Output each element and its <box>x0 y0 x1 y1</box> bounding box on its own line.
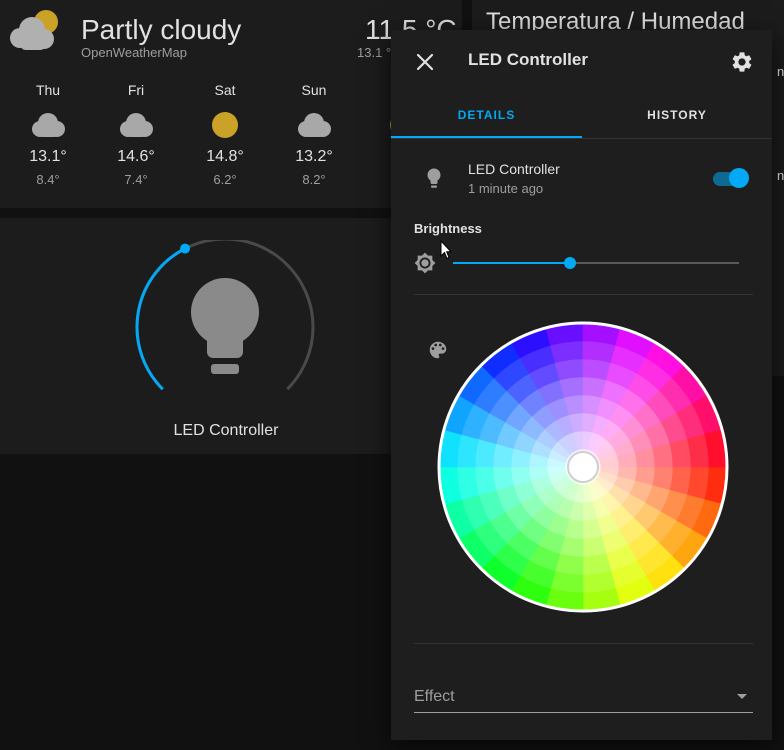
forecast-low: 8.2° <box>302 172 326 187</box>
color-picker-marker[interactable] <box>567 451 599 483</box>
brightness-icon <box>414 252 436 274</box>
dial-fill <box>135 247 186 391</box>
gear-icon[interactable] <box>730 50 754 74</box>
slider-thumb[interactable] <box>564 257 577 269</box>
effect-dropdown[interactable]: Effect <box>414 682 753 713</box>
forecast-day-name: Sun <box>301 82 327 98</box>
cloudy-icon <box>298 113 331 137</box>
dial-handle[interactable] <box>180 243 191 254</box>
tab-details[interactable]: DETAILS <box>391 108 582 122</box>
close-icon[interactable] <box>414 51 436 73</box>
effect-label: Effect <box>414 688 455 705</box>
slider-fill <box>453 262 571 264</box>
forecast-high: 14.8° <box>206 148 244 165</box>
current-temperature-secondary: 13.1 ° <box>357 45 392 60</box>
more-info-dialog: LED Controller DETAILS HISTORY LED Contr… <box>391 30 772 740</box>
temperature-card-fragment: n <box>777 64 784 79</box>
section-divider <box>414 294 753 295</box>
section-divider <box>414 643 753 644</box>
forecast-high: 14.6° <box>117 148 155 165</box>
sunny-icon <box>212 112 238 138</box>
dialog-title: LED Controller <box>468 50 588 69</box>
entity-toggle[interactable] <box>713 168 749 188</box>
forecast-day: Sun 13.2° 8.2° <box>284 82 344 187</box>
entity-last-changed: 1 minute ago <box>468 181 544 196</box>
brightness-label: Brightness <box>414 221 482 236</box>
forecast-low: 6.2° <box>213 172 237 187</box>
led-card-name: LED Controller <box>173 422 279 439</box>
tab-divider <box>391 138 772 139</box>
dropdown-arrow-icon <box>737 694 747 699</box>
forecast-high: 13.2° <box>295 148 333 165</box>
forecast-day: Fri 14.6° 7.4° <box>106 82 166 187</box>
mouse-cursor-icon <box>440 240 452 260</box>
forecast-low: 7.4° <box>124 172 148 187</box>
partly-cloudy-icon <box>10 10 58 50</box>
lightbulb-icon <box>427 168 441 188</box>
brightness-dial[interactable] <box>128 240 324 400</box>
lightbulb-icon[interactable] <box>191 278 259 374</box>
tab-history[interactable]: HISTORY <box>582 108 772 122</box>
brightness-slider[interactable] <box>453 254 739 272</box>
forecast-day-name: Fri <box>127 82 145 98</box>
cloudy-icon <box>32 113 65 137</box>
forecast-day-name: Thu <box>35 82 61 98</box>
forecast-day: Sat 14.8° 6.2° <box>195 82 255 187</box>
forecast-low: 8.4° <box>36 172 60 187</box>
color-wheel[interactable] <box>437 321 729 613</box>
weather-source: OpenWeatherMap <box>81 45 187 60</box>
toggle-knob <box>729 168 749 188</box>
forecast-day-name: Sat <box>214 82 236 98</box>
cloudy-icon <box>120 113 153 137</box>
temperature-card-fragment: n <box>777 168 784 183</box>
entity-name: LED Controller <box>468 161 560 177</box>
forecast-high: 13.1° <box>29 148 67 165</box>
forecast-day: Thu 13.1° 8.4° <box>18 82 78 187</box>
weather-condition: Partly cloudy <box>81 14 242 45</box>
